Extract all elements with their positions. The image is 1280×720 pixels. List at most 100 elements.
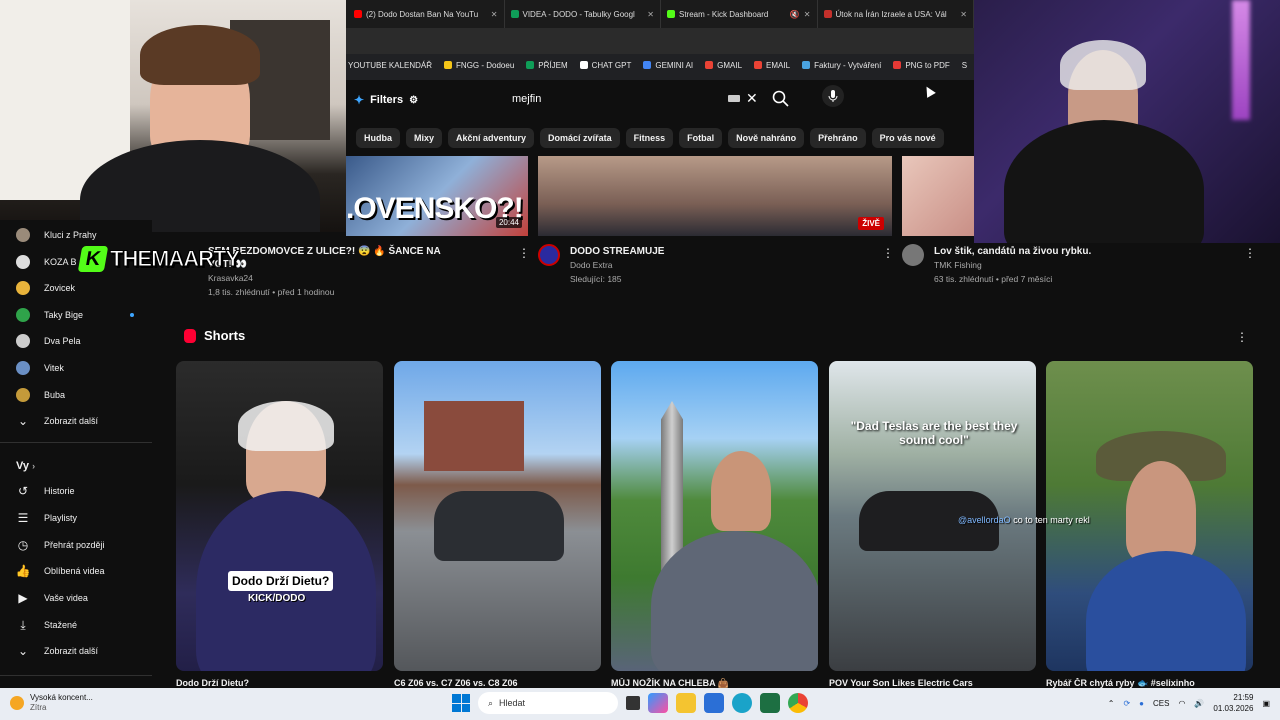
copilot-icon[interactable]: [648, 693, 668, 713]
sidebar-sub[interactable]: Kluci z Prahy: [16, 225, 97, 245]
more-icon[interactable]: ⋮: [1236, 330, 1248, 344]
tab-sheets[interactable]: VIDEA - DODO - Tabulky Googl ✕: [505, 0, 661, 28]
edge-icon[interactable]: [732, 693, 752, 713]
microphone-icon: [828, 90, 838, 102]
close-icon[interactable]: ✕: [804, 10, 811, 19]
chevron-up-icon[interactable]: ⌃: [1108, 699, 1115, 708]
channel-avatar[interactable]: [902, 244, 924, 266]
short-headphones: [238, 401, 334, 451]
chrome-icon[interactable]: [788, 693, 808, 713]
excel-icon[interactable]: [760, 693, 780, 713]
video-thumbnail[interactable]: [902, 156, 974, 236]
clear-icon[interactable]: ✕: [746, 90, 758, 107]
windows-start-icon[interactable]: [452, 694, 470, 712]
mic-tray-icon[interactable]: ●: [1139, 699, 1144, 708]
chip[interactable]: Hudba: [356, 128, 400, 148]
sidebar-item-history[interactable]: ↺ Historie: [16, 481, 75, 501]
sidebar-sub[interactable]: Buba: [16, 385, 65, 405]
bookmarks-bar: YOUTUBE KALENDÁŘ FNGG - Dodoeu PŘÍJEM CH…: [346, 54, 974, 76]
short-card[interactable]: [394, 361, 601, 671]
search-button[interactable]: [770, 88, 792, 110]
mute-icon[interactable]: 🔇: [790, 10, 800, 19]
channel-name[interactable]: TMK Fishing: [934, 258, 1234, 272]
wifi-icon[interactable]: ◠: [1178, 699, 1185, 708]
chip[interactable]: Mixy: [406, 128, 443, 148]
bookmark[interactable]: FNGG - Dodoeu: [444, 61, 514, 70]
streamer-name: THEMAARTY: [109, 246, 240, 272]
chip[interactable]: Přehráno: [810, 128, 866, 148]
short-card[interactable]: [611, 361, 818, 671]
mic-button[interactable]: [822, 85, 844, 107]
chip[interactable]: Pro vás nové: [871, 128, 944, 148]
bookmark[interactable]: YOUTUBE KALENDÁŘ: [348, 61, 432, 70]
chip[interactable]: Fitness: [625, 128, 674, 148]
sidebar-sub[interactable]: KOZA B: [16, 252, 77, 272]
tab-youtube[interactable]: (2) Dodo Dostan Ban Na YouTu ✕: [348, 0, 505, 28]
bookmark-label: S: [961, 60, 968, 70]
chip[interactable]: Nově nahráno: [728, 128, 805, 148]
weather-widget[interactable]: Vysoká koncent... Zítra: [10, 693, 93, 713]
bookmark[interactable]: S: [962, 61, 967, 70]
tab-kick[interactable]: Stream - Kick Dashboard 🔇 ✕: [661, 0, 818, 28]
sidebar-item-downloads[interactable]: ⤓ Stažené: [16, 615, 77, 635]
tab-news[interactable]: Útok na Írán Izraele a USA: Vál ✕: [818, 0, 974, 28]
notification-icon[interactable]: ▣: [1262, 699, 1270, 708]
chip[interactable]: Fotbal: [679, 128, 723, 148]
sidebar-sub[interactable]: Vitek: [16, 358, 64, 378]
video-title[interactable]: VOT! 👀: [208, 258, 508, 271]
bookmark[interactable]: CHAT GPT: [579, 61, 631, 70]
avatar: [16, 308, 30, 322]
you-heading[interactable]: Vy ›: [16, 460, 35, 472]
keyboard-icon[interactable]: [728, 95, 740, 102]
filters-button[interactable]: ✦ Filters ⚙: [354, 93, 418, 107]
language-indicator[interactable]: CES: [1153, 699, 1169, 708]
sidebar-item-your-videos[interactable]: ▶ Vaše videa: [16, 588, 88, 608]
search-input[interactable]: mejfin ✕: [504, 87, 766, 111]
close-icon[interactable]: ✕: [491, 10, 498, 19]
file-explorer-icon[interactable]: [676, 693, 696, 713]
sidebar-sub[interactable]: Taky Bige: [16, 305, 83, 325]
more-icon[interactable]: ⋮: [882, 246, 894, 260]
bookmark[interactable]: GMAIL: [705, 61, 742, 70]
short-title[interactable]: C6 Z06 vs. C7 Z06 vs. C8 Z06: [394, 678, 584, 688]
task-view-icon[interactable]: [626, 696, 640, 710]
video-title[interactable]: DODO STREAMUJE: [570, 245, 870, 258]
video-title[interactable]: Lov štik, candátů na živou rybku.: [934, 245, 1234, 258]
more-icon[interactable]: ⋮: [1244, 246, 1256, 260]
channel-avatar[interactable]: [538, 244, 560, 266]
taskbar-apps: ⌕ Hledat: [452, 692, 808, 714]
short-title[interactable]: Dodo Drží Dietu?: [176, 678, 366, 688]
video-thumbnail[interactable]: ŽIVĚ: [538, 156, 892, 236]
weather-icon: [10, 696, 24, 710]
short-title[interactable]: POV Your Son Likes Electric Cars: [829, 678, 1019, 688]
bookmark[interactable]: PNG to PDF: [893, 61, 950, 70]
clock[interactable]: 21:59 01.03.2026: [1213, 692, 1253, 714]
sidebar-item-liked[interactable]: 👍 Oblíbená videa: [16, 561, 105, 581]
close-icon[interactable]: ✕: [960, 10, 967, 19]
store-icon[interactable]: [704, 693, 724, 713]
sidebar-sub[interactable]: Zovicek: [16, 278, 75, 298]
taskbar-search-input[interactable]: ⌕ Hledat: [478, 692, 618, 714]
bookmark[interactable]: PŘÍJEM: [526, 61, 568, 70]
video-thumbnail[interactable]: .OVENSKO?! 20:44: [346, 156, 528, 236]
channel-name[interactable]: Krasavka24: [208, 271, 508, 285]
channel-name[interactable]: Dodo Extra: [570, 258, 870, 272]
volume-icon[interactable]: 🔊: [1194, 699, 1204, 708]
more-icon[interactable]: ⋮: [518, 246, 530, 260]
sidebar-item-watch-later[interactable]: ◷ Přehrát později: [16, 535, 105, 555]
bookmark[interactable]: EMAIL: [754, 61, 790, 70]
address-bar[interactable]: [346, 28, 974, 54]
short-card[interactable]: Dodo Drží Dietu? KICK/DODO: [176, 361, 383, 671]
chip[interactable]: Domácí zvířata: [540, 128, 620, 148]
bookmark[interactable]: GEMINI AI: [643, 61, 693, 70]
sidebar-item-playlists[interactable]: ☰ Playlisty: [16, 508, 77, 528]
bookmark[interactable]: Faktury - Vytváření: [802, 61, 881, 70]
sidebar-item-show-more[interactable]: ⌄ Zobrazit další: [16, 641, 98, 661]
network-app-icon[interactable]: ⟳: [1123, 699, 1130, 708]
playlist-icon: ☰: [17, 511, 29, 525]
sidebar-sub[interactable]: Dva Pela: [16, 331, 81, 351]
chip[interactable]: Akční adventury: [448, 128, 535, 148]
video-title[interactable]: SEM BEZDOMOVCE Z ULICE?! 😨 🔥 ŠANCE NA: [208, 245, 508, 258]
show-more-subs[interactable]: ⌄ Zobrazit další: [16, 411, 98, 431]
close-icon[interactable]: ✕: [647, 10, 654, 19]
